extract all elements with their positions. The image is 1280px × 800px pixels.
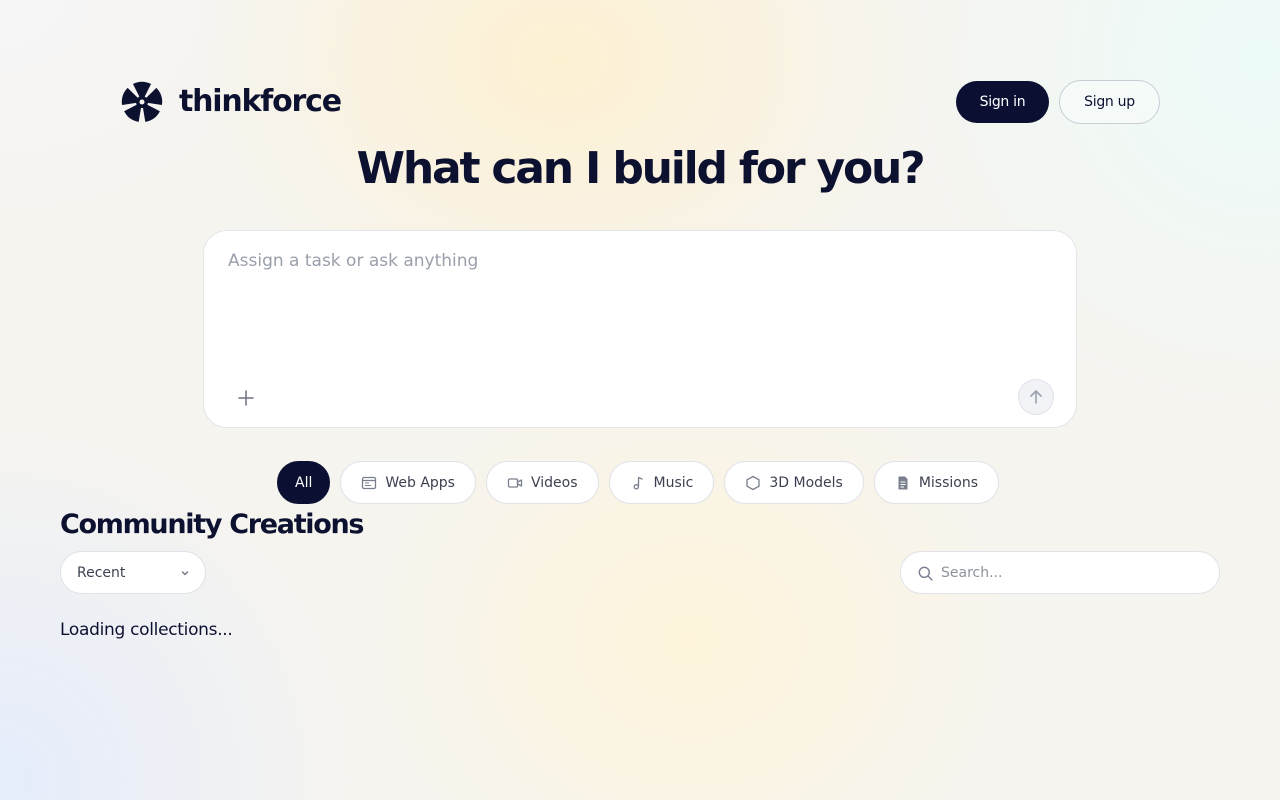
filter-chip-music[interactable]: Music [608,461,715,504]
brand-mark-icon [121,81,163,122]
filter-chip-label: Web Apps [385,474,455,491]
brand-name: thinkforce [179,84,342,119]
filter-chip-videos[interactable]: Videos [485,461,599,504]
video-camera-icon [507,475,523,491]
search-input[interactable] [941,562,1201,584]
filter-chip-label: Music [653,474,694,491]
browser-window-icon [361,475,377,491]
filter-chip-label: Missions [918,474,979,491]
loading-status-text: Loading collections... [60,620,233,640]
prompt-input[interactable] [228,251,1048,371]
brand-logo[interactable]: thinkforce [120,80,342,124]
chevron-down-icon [181,571,189,576]
send-button[interactable] [1018,379,1054,415]
cube-icon [745,475,761,491]
sign-in-button[interactable]: Sign in [956,81,1049,123]
document-icon [895,475,911,491]
search-icon [918,566,933,581]
filter-chip-all[interactable]: All [277,461,331,504]
filter-chip-web-apps[interactable]: Web Apps [340,461,476,504]
sort-dropdown[interactable]: Recent [60,551,206,594]
search-box [900,551,1220,594]
prompt-composer [203,230,1077,428]
sort-dropdown-value: Recent [77,564,126,581]
filter-chip-missions[interactable]: Missions [873,461,1000,504]
section-title: Community Creations [60,509,365,540]
sign-up-button[interactable]: Sign up [1059,80,1160,124]
filter-chip-label: All [295,474,313,491]
filter-chip-3d-models[interactable]: 3D Models [724,461,864,504]
music-note-icon [630,475,646,491]
page-title: What can I build for you? [356,143,926,194]
filter-chip-label: 3D Models [769,474,843,491]
arrow-up-icon [1030,390,1042,404]
attach-button[interactable] [234,386,258,410]
category-filter-bar: All Web Apps Videos Music 3D Models Miss… [277,461,1009,504]
filter-chip-label: Videos [530,474,578,491]
plus-icon [238,390,254,406]
